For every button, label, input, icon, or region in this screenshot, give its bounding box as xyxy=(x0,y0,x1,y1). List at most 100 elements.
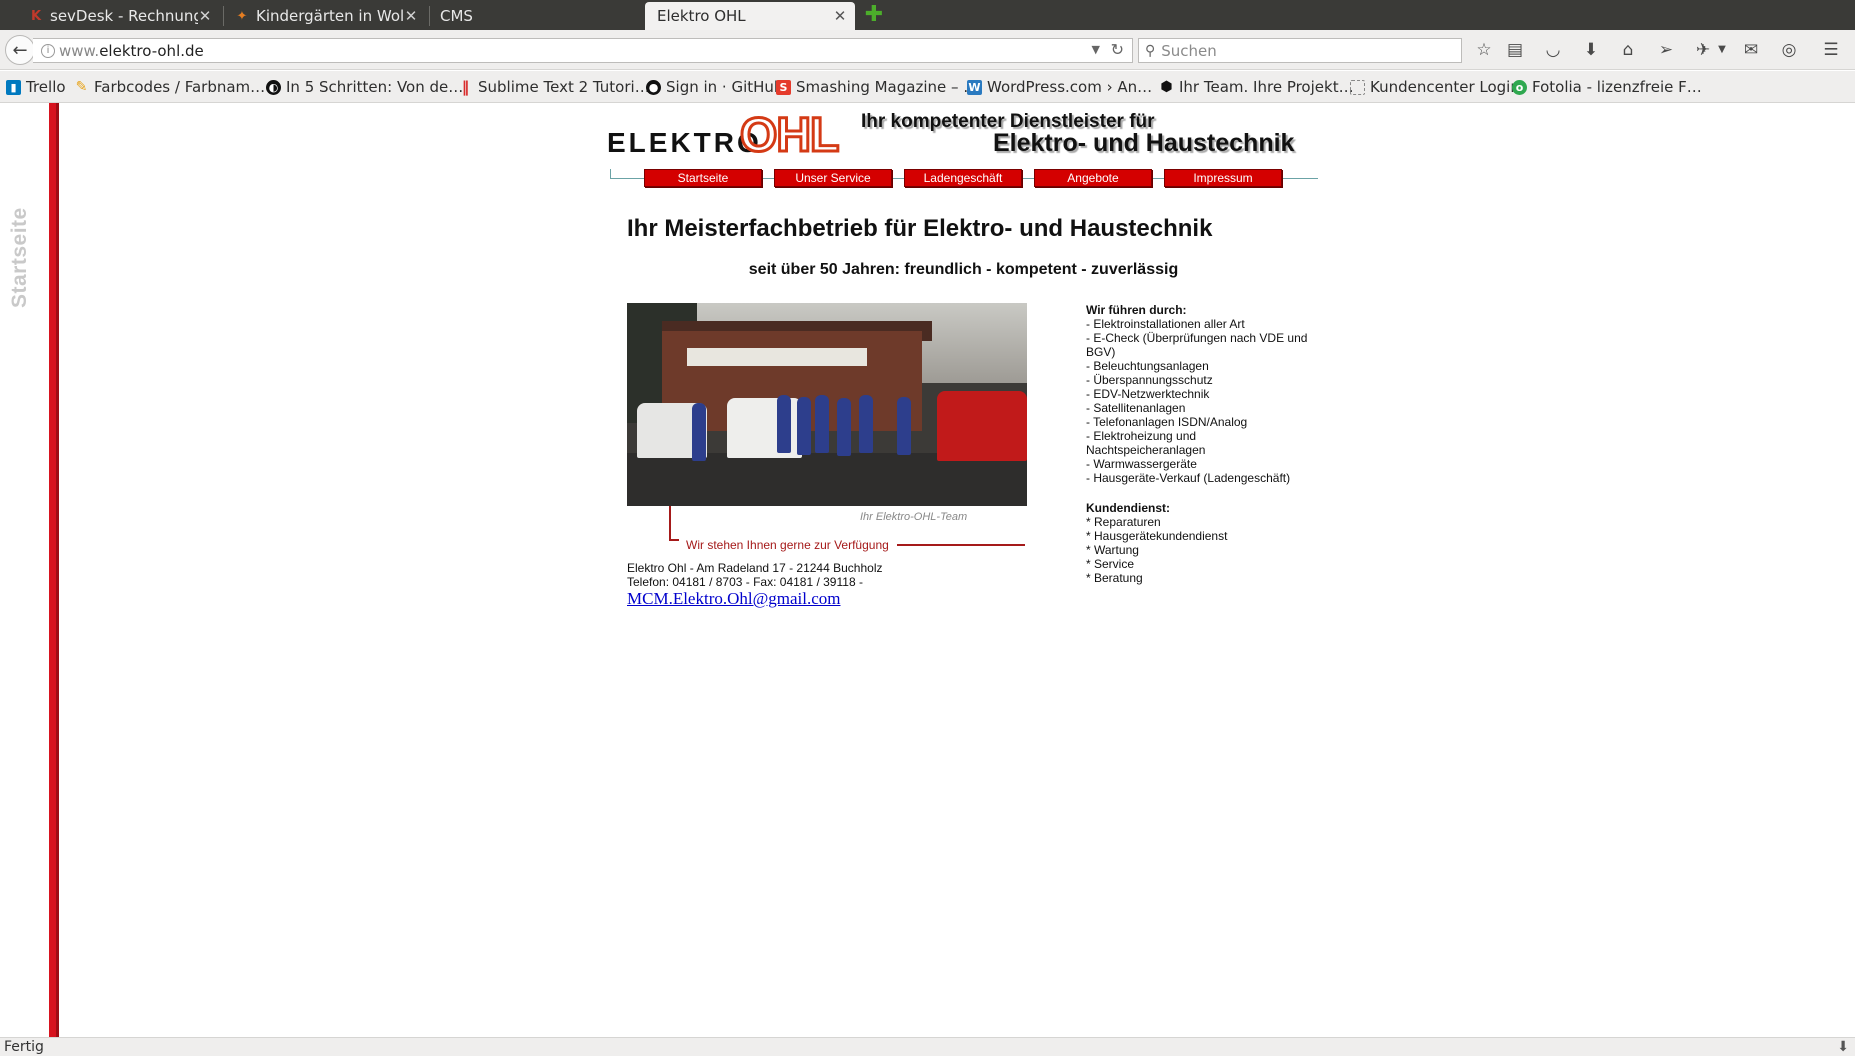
tab-sevdesk[interactable]: K sevDesk - Rechnung… ✕ xyxy=(20,2,220,30)
close-icon[interactable]: ✕ xyxy=(198,7,212,25)
close-icon[interactable]: ✕ xyxy=(833,7,847,25)
status-bar: Fertig ⬇ xyxy=(0,1037,1855,1056)
customer-service-item: * Beratung xyxy=(1086,571,1143,585)
bracket-line xyxy=(669,506,671,540)
tab-title: Elektro OHL xyxy=(657,7,746,25)
bookmark-label: Kundencenter Login xyxy=(1370,78,1520,96)
download-icon[interactable]: ⬇ xyxy=(1580,39,1602,61)
chat-icon[interactable]: ✉ xyxy=(1740,39,1762,61)
download-status-icon[interactable]: ⬇ xyxy=(1837,1038,1849,1056)
bookmark-label: Trello xyxy=(26,78,66,96)
tab-kindergarten[interactable]: ✦ Kindergärten in Wol… ✕ xyxy=(226,2,426,30)
tab-separator xyxy=(223,6,224,26)
service-item: - E-Check (Überprüfungen nach VDE und BG… xyxy=(1086,331,1308,359)
hexagon-icon: ⬢ xyxy=(1160,79,1173,95)
services-title: Wir führen durch: xyxy=(1086,303,1187,317)
bookmark-trello[interactable]: ▮ Trello xyxy=(6,78,66,96)
page-icon xyxy=(1350,79,1365,95)
send-icon[interactable]: ➢ xyxy=(1655,39,1677,61)
bookmark-kundencenter[interactable]: Kundencenter Login xyxy=(1350,78,1520,96)
menu-unser-service[interactable]: Unser Service xyxy=(774,169,892,187)
menu-angebote[interactable]: Angebote xyxy=(1034,169,1152,187)
bookmark-label: Sign in · GitHub xyxy=(666,78,784,96)
bookmark-fotolia[interactable]: o Fotolia - lizenzfreie F… xyxy=(1512,78,1702,96)
tab-elektro-ohl[interactable]: Elektro OHL ✕ xyxy=(645,2,855,30)
service-item: - Elektroinstallationen aller Art xyxy=(1086,317,1245,331)
side-page-label: Startseite xyxy=(8,207,31,308)
service-item: - Überspannungsschutz xyxy=(1086,373,1213,387)
trello-icon: ▮ xyxy=(6,79,21,95)
side-red-bar xyxy=(49,103,59,1037)
bookmark-star-icon[interactable]: ☆ xyxy=(1473,39,1495,61)
new-tab-icon[interactable]: ✚ xyxy=(862,3,886,27)
menu-ladengeschaeft[interactable]: Ladengeschäft xyxy=(904,169,1022,187)
menu-icon[interactable]: ☰ xyxy=(1820,39,1842,61)
service-item: - Warmwassergeräte xyxy=(1086,457,1197,471)
bookmark-smashing[interactable]: S Smashing Magazine – … xyxy=(776,78,978,96)
site-info-icon[interactable]: i xyxy=(41,43,55,58)
bookmark-label: In 5 Schritten: Von de… xyxy=(286,78,464,96)
dropdown-icon[interactable]: ▼ xyxy=(1092,43,1100,56)
bookmark-label: WordPress.com › An… xyxy=(987,78,1153,96)
palette-icon: ✎ xyxy=(75,79,88,95)
team-photo xyxy=(627,303,1027,506)
url-bar[interactable]: i www. elektro-ohl.de ▼ ↻ xyxy=(33,38,1133,63)
extension-icon[interactable]: ◎ xyxy=(1778,39,1800,61)
bookmark-label: Fotolia - lizenzfreie F… xyxy=(1532,78,1702,96)
service-item: - EDV-Netzwerktechnik xyxy=(1086,387,1210,401)
service-item: - Telefonanlagen ISDN/Analog xyxy=(1086,415,1248,429)
services-list: Wir führen durch: - Elektroinstallatione… xyxy=(1086,303,1316,585)
bookmark-ihr-team[interactable]: ⬢ Ihr Team. Ihre Projekt… xyxy=(1159,78,1353,96)
logo-word: ELEKTRO xyxy=(607,127,762,158)
search-input[interactable]: ⚲ Suchen xyxy=(1138,38,1462,63)
search-placeholder: Suchen xyxy=(1161,41,1217,60)
menu-impressum[interactable]: Impressum xyxy=(1164,169,1282,187)
page-subtitle: seit über 50 Jahren: freundlich - kompet… xyxy=(748,261,1179,278)
github-icon: ● xyxy=(646,79,661,95)
service-item: - Hausgeräte-Verkauf (Ladengeschäft) xyxy=(1086,471,1291,485)
pocket-icon[interactable]: ◡ xyxy=(1542,39,1564,61)
customer-service-item: * Wartung xyxy=(1086,543,1139,557)
search-icon: ⚲ xyxy=(1145,42,1156,59)
address-line: Elektro Ohl - Am Radeland 17 - 21244 Buc… xyxy=(627,561,883,575)
navigation-bar: ← i www. elektro-ohl.de ▼ ↻ ⚲ Suchen ☆ ▤ … xyxy=(0,30,1855,70)
url-host: elektro-ohl.de xyxy=(99,41,204,60)
bookmark-label: Sublime Text 2 Tutori… xyxy=(478,78,650,96)
bars-icon: ‖ xyxy=(461,78,470,96)
close-icon[interactable]: ✕ xyxy=(404,7,418,25)
bookmark-in-5-schritten[interactable]: ◐ In 5 Schritten: Von de… xyxy=(266,78,463,96)
service-item: - Elektroheizung und Nachtspeicheranlage… xyxy=(1086,429,1206,457)
phone-line: Telefon: 04181 / 8703 - Fax: 04181 / 391… xyxy=(627,575,863,589)
availability-note: Wir stehen Ihnen gerne zur Verfügung xyxy=(686,538,889,552)
tagline-line-2: Elektro- und Haustechnik xyxy=(993,129,1295,157)
addon-dropdown-icon[interactable]: ▼ xyxy=(1711,39,1733,61)
tab-title: CMS xyxy=(440,7,473,25)
tab-title: Kindergärten in Wol… xyxy=(256,7,404,25)
tab-title: sevDesk - Rechnung… xyxy=(50,7,198,25)
back-icon[interactable]: ← xyxy=(5,35,35,65)
bookmark-sublime[interactable]: ‖ Sublime Text 2 Tutori… xyxy=(458,78,650,96)
bookmark-label: Smashing Magazine – … xyxy=(796,78,979,96)
customer-service-item: * Hausgerätekundendienst xyxy=(1086,529,1228,543)
service-item: - Satellitenanlagen xyxy=(1086,401,1186,415)
bookmark-wordpress[interactable]: W WordPress.com › An… xyxy=(967,78,1152,96)
menu-startseite[interactable]: Startseite xyxy=(644,169,762,187)
tab-cms[interactable]: CMS xyxy=(432,2,642,30)
smashing-icon: S xyxy=(776,79,791,95)
bracket-line xyxy=(897,544,1025,546)
bookmark-label: Farbcodes / Farbnam… xyxy=(94,78,266,96)
reading-list-icon[interactable]: ▤ xyxy=(1504,39,1526,61)
home-icon[interactable]: ⌂ xyxy=(1617,39,1639,61)
bookmark-github[interactable]: ● Sign in · GitHub xyxy=(646,78,783,96)
web-page: Startseite ELEKTRO OHL Ihr kompetenter D… xyxy=(0,103,1855,1037)
page-title: Ihr Meisterfachbetrieb für Elektro- und … xyxy=(627,215,1213,242)
contact-block: Elektro Ohl - Am Radeland 17 - 21244 Buc… xyxy=(627,561,882,589)
tab-strip: K sevDesk - Rechnung… ✕ ✦ Kindergärten i… xyxy=(0,0,1855,30)
kindergarten-icon: ✦ xyxy=(236,8,248,24)
tab-separator xyxy=(429,6,430,26)
reload-icon[interactable]: ↻ xyxy=(1111,40,1124,59)
fotolia-icon: o xyxy=(1512,79,1527,95)
bookmark-farbcodes[interactable]: ✎ Farbcodes / Farbnam… xyxy=(74,78,266,96)
customer-service-item: * Reparaturen xyxy=(1086,515,1161,529)
email-link[interactable]: MCM.Elektro.Ohl@gmail.com xyxy=(627,589,841,609)
